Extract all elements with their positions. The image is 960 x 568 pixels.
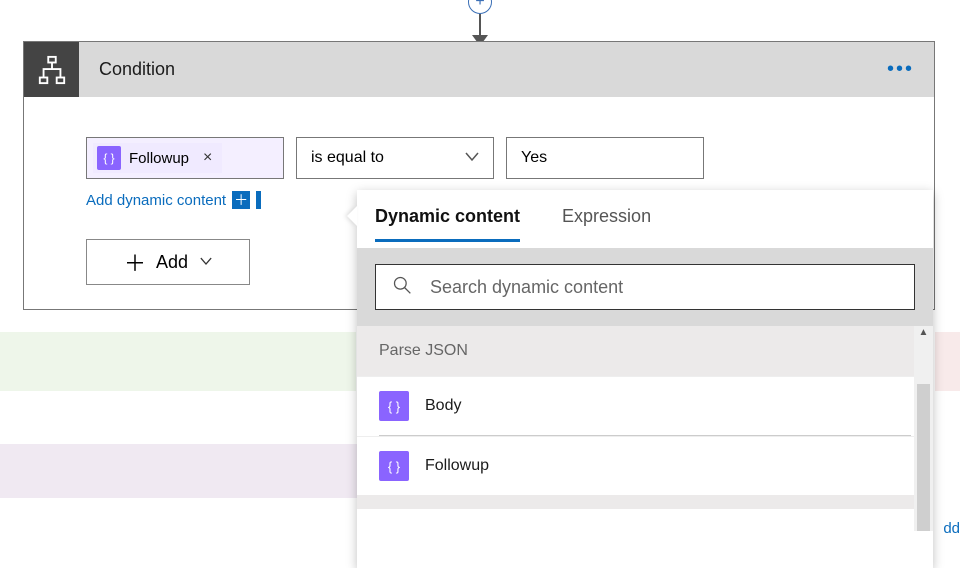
caret-indicator-icon <box>256 191 261 209</box>
condition-row: { } Followup × is equal to Yes <box>86 137 934 179</box>
add-row-button[interactable]: ＋ Add <box>86 239 250 285</box>
condition-value-input[interactable]: Yes <box>506 137 704 179</box>
search-box[interactable] <box>375 264 915 310</box>
list-footer <box>357 495 933 509</box>
add-step-circle[interactable]: + <box>468 0 492 14</box>
add-dynamic-label: Add dynamic content <box>86 192 226 209</box>
followup-token-chip[interactable]: { } Followup × <box>93 143 222 173</box>
list-item[interactable]: { } Body <box>357 376 933 435</box>
add-button-label: Add <box>156 252 188 273</box>
search-icon <box>392 275 412 300</box>
arrow-line <box>479 14 481 36</box>
yes-branch-panel <box>0 332 356 391</box>
plus-icon: ＋ <box>124 246 146 278</box>
condition-left-input[interactable]: { } Followup × <box>86 137 284 179</box>
dynamic-content-popup: Dynamic content Expression ▲ Parse JSON … <box>357 190 933 568</box>
section-parse-json: Parse JSON <box>357 326 933 376</box>
scrollbar[interactable]: ▲ <box>914 326 933 531</box>
json-token-icon: { } <box>379 451 409 481</box>
popup-tabs: Dynamic content Expression <box>357 190 933 242</box>
condition-icon <box>24 42 79 97</box>
search-bar <box>357 248 933 326</box>
tab-expression[interactable]: Expression <box>562 206 651 242</box>
tab-dynamic-content[interactable]: Dynamic content <box>375 206 520 242</box>
token-label: Followup <box>129 150 189 167</box>
popup-caret-icon <box>347 206 357 226</box>
card-menu-button[interactable]: ••• <box>867 58 934 81</box>
chevron-down-icon <box>200 255 212 269</box>
plus-badge-icon: ＋ <box>232 191 250 209</box>
operator-label: is equal to <box>311 149 384 167</box>
flow-connector: + <box>468 0 492 46</box>
item-label: Body <box>425 397 461 415</box>
results-list: ▲ Parse JSON { } Body { } Followup <box>357 326 933 509</box>
action-panel <box>0 444 358 498</box>
search-input[interactable] <box>430 277 898 298</box>
list-item[interactable]: { } Followup <box>357 436 933 495</box>
truncated-link[interactable]: dd <box>943 520 960 537</box>
card-title: Condition <box>79 59 175 80</box>
scroll-up-icon[interactable]: ▲ <box>919 326 929 338</box>
remove-token-button[interactable]: × <box>203 149 212 167</box>
no-branch-panel <box>935 332 960 391</box>
json-token-icon: { } <box>97 146 121 170</box>
json-token-icon: { } <box>379 391 409 421</box>
scroll-thumb[interactable] <box>917 384 930 531</box>
card-header[interactable]: Condition ••• <box>24 42 934 97</box>
chevron-down-icon <box>465 151 479 165</box>
operator-select[interactable]: is equal to <box>296 137 494 179</box>
item-label: Followup <box>425 457 489 475</box>
condition-value: Yes <box>521 149 547 167</box>
